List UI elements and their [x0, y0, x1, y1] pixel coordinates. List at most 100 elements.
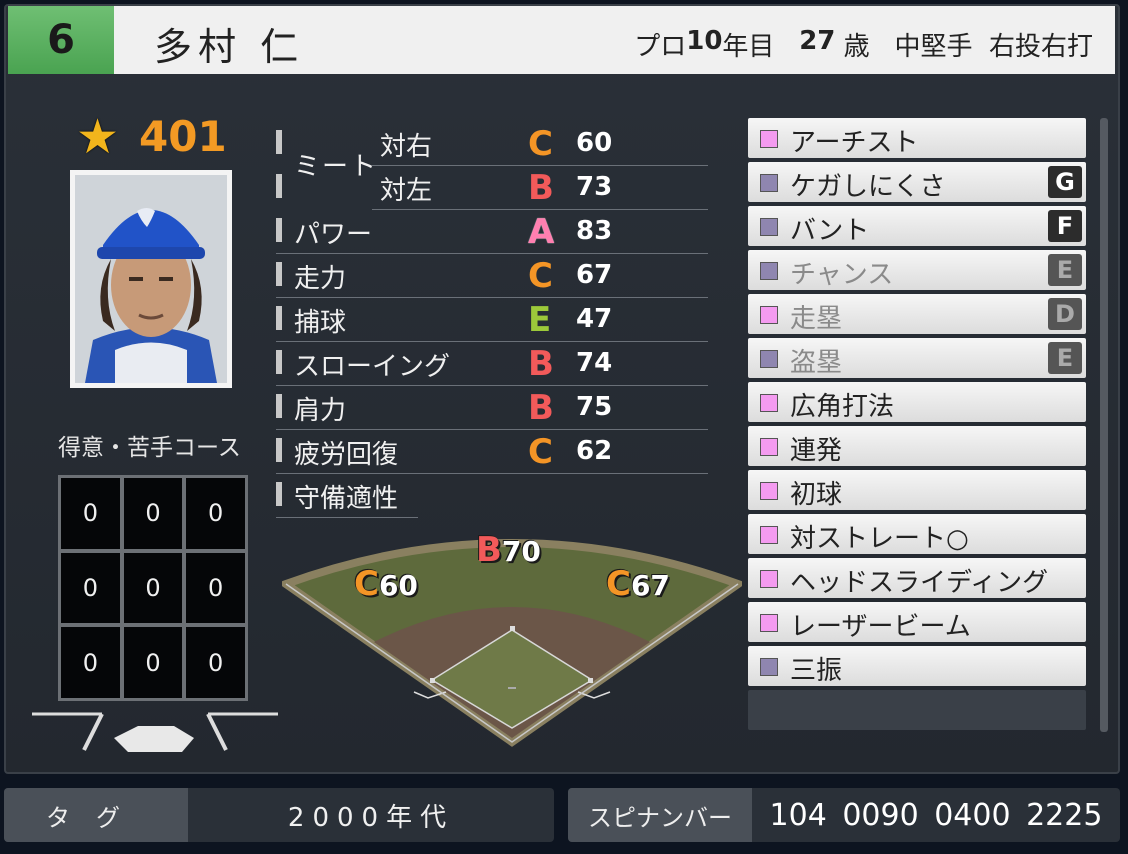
- profile-info-part: 27: [799, 26, 836, 56]
- spin-number-box: スピナンバー 104 0090 0400 2225: [568, 788, 1120, 842]
- ability-type-icon: [760, 174, 778, 192]
- ability-type-icon: [760, 570, 778, 588]
- zone-cell: 0: [123, 478, 183, 549]
- stat-row: スローイング B 74: [276, 342, 708, 386]
- stat-value: 67: [576, 260, 613, 290]
- stat-grade: C: [528, 124, 553, 164]
- stat-grade: A: [528, 212, 555, 252]
- ability-name: アーチスト: [790, 128, 919, 158]
- stat-label: 守備適性: [294, 484, 399, 514]
- ability-type-icon: [760, 218, 778, 236]
- stat-grade: C: [528, 432, 553, 472]
- stat-grade: B: [528, 168, 554, 208]
- profile-info-part: プロ: [634, 32, 687, 62]
- ability-name: 初球: [790, 480, 843, 510]
- ability-item[interactable]: バント F: [748, 206, 1086, 246]
- hot-cold-zone-title: 得意・苦手コース: [58, 435, 241, 461]
- home-plate-icon: [32, 712, 278, 752]
- ability-name: レーザービーム: [790, 612, 971, 642]
- ability-item[interactable]: レーザービーム: [748, 602, 1086, 642]
- stat-bar-marker: [276, 438, 282, 462]
- ability-item[interactable]: 対ストレート○: [748, 514, 1086, 554]
- ability-rank: E: [1048, 342, 1082, 374]
- profile-info-part: 年目: [722, 32, 800, 62]
- ability-item[interactable]: チャンス E: [748, 250, 1086, 290]
- ability-type-icon: [760, 130, 778, 148]
- stat-row: 走力 C 67: [276, 254, 708, 298]
- spin-number-label: スピナンバー: [568, 788, 752, 842]
- ability-item[interactable]: 走塁 D: [748, 294, 1086, 334]
- stat-grade: B: [528, 388, 554, 428]
- ability-name: 連発: [790, 436, 843, 466]
- stat-label: パワー: [294, 220, 373, 250]
- ability-name: 盗塁: [790, 348, 843, 378]
- zone-cell: 0: [186, 478, 245, 549]
- stat-row: 対左 B 73: [276, 166, 708, 210]
- stat-value: 47: [576, 304, 613, 334]
- rating-value: 401: [139, 112, 227, 161]
- stat-row: 対右 C 60: [276, 122, 708, 166]
- ability-item[interactable]: 三振: [748, 646, 1086, 686]
- ability-name: 走塁: [790, 304, 843, 334]
- stat-bar-marker: [276, 218, 282, 242]
- ability-name: チャンス: [790, 260, 894, 290]
- ability-rank: E: [1048, 254, 1082, 286]
- star-icon: ★: [76, 108, 120, 165]
- stat-label: 捕球: [294, 308, 347, 338]
- stat-grade: E: [528, 300, 552, 340]
- stat-label: 走力: [294, 264, 347, 294]
- player-header: 6 多村 仁 プロ 10 年目 27 歳 中堅手 右投右打: [8, 6, 1115, 74]
- ability-type-icon: [760, 658, 778, 676]
- stat-row: 守備適性: [276, 474, 708, 518]
- ability-type-icon: [760, 526, 778, 544]
- zone-cell: 0: [123, 552, 183, 624]
- ability-type-icon: [760, 394, 778, 412]
- stat-row: パワー A 83: [276, 210, 708, 254]
- stat-label: 疲労回復: [294, 440, 399, 470]
- field-center-grade: B70: [476, 530, 541, 570]
- tag-label: タグ: [4, 788, 188, 842]
- ability-type-icon: [760, 614, 778, 632]
- zone-cell: 0: [61, 552, 120, 624]
- profile-info-part: 10: [686, 26, 723, 56]
- ability-item[interactable]: 初球: [748, 470, 1086, 510]
- stat-value: 60: [576, 128, 613, 158]
- stat-label: スローイング: [294, 352, 451, 382]
- ability-type-icon: [760, 262, 778, 280]
- stat-bar-marker: [276, 262, 282, 286]
- zone-cell: 0: [61, 627, 120, 698]
- ability-item[interactable]: ヘッドスライディング: [748, 558, 1086, 598]
- ability-item[interactable]: アーチスト: [748, 118, 1086, 158]
- ability-type-icon: [760, 306, 778, 324]
- stat-bar-marker: [276, 394, 282, 418]
- ability-name: ヘッドスライディング: [790, 568, 1049, 598]
- abilities-scrollbar[interactable]: [1100, 118, 1108, 732]
- field-left-grade: C60: [354, 564, 418, 604]
- stat-value: 73: [576, 172, 613, 202]
- stat-divider: [276, 517, 418, 518]
- ability-item[interactable]: 広角打法: [748, 382, 1086, 422]
- player-name: 多村 仁: [154, 25, 305, 69]
- stat-bar-marker: [276, 350, 282, 374]
- ability-name: 三振: [790, 656, 843, 686]
- ability-rank: F: [1048, 210, 1082, 242]
- ability-item[interactable]: 連発: [748, 426, 1086, 466]
- stat-value: 74: [576, 348, 613, 378]
- ability-item[interactable]: 盗塁 E: [748, 338, 1086, 378]
- ability-name: バント: [790, 216, 870, 246]
- tag-value: 2000年代: [287, 802, 455, 833]
- player-portrait: [70, 170, 232, 388]
- stat-value: 83: [576, 216, 613, 246]
- stat-bar-marker: [276, 174, 282, 198]
- ability-name: 広角打法: [790, 392, 895, 422]
- stat-value: 62: [576, 436, 613, 466]
- stat-bar-marker: [276, 130, 282, 154]
- stat-bar-marker: [276, 306, 282, 330]
- ability-item[interactable]: ケガしにくさ G: [748, 162, 1086, 202]
- stat-row: 肩力 B 75: [276, 386, 708, 430]
- hot-cold-zone-grid: 000000000: [58, 475, 248, 701]
- stat-label: 肩力: [294, 396, 347, 426]
- special-abilities-list: アーチストケガしにくさ G バント F チャンス E 走塁 D 盗塁 E 広角打法連発初球対ストレー…: [748, 118, 1086, 730]
- tag-box: タグ 2000年代: [4, 788, 554, 842]
- overall-rating: ★ 401: [76, 112, 227, 161]
